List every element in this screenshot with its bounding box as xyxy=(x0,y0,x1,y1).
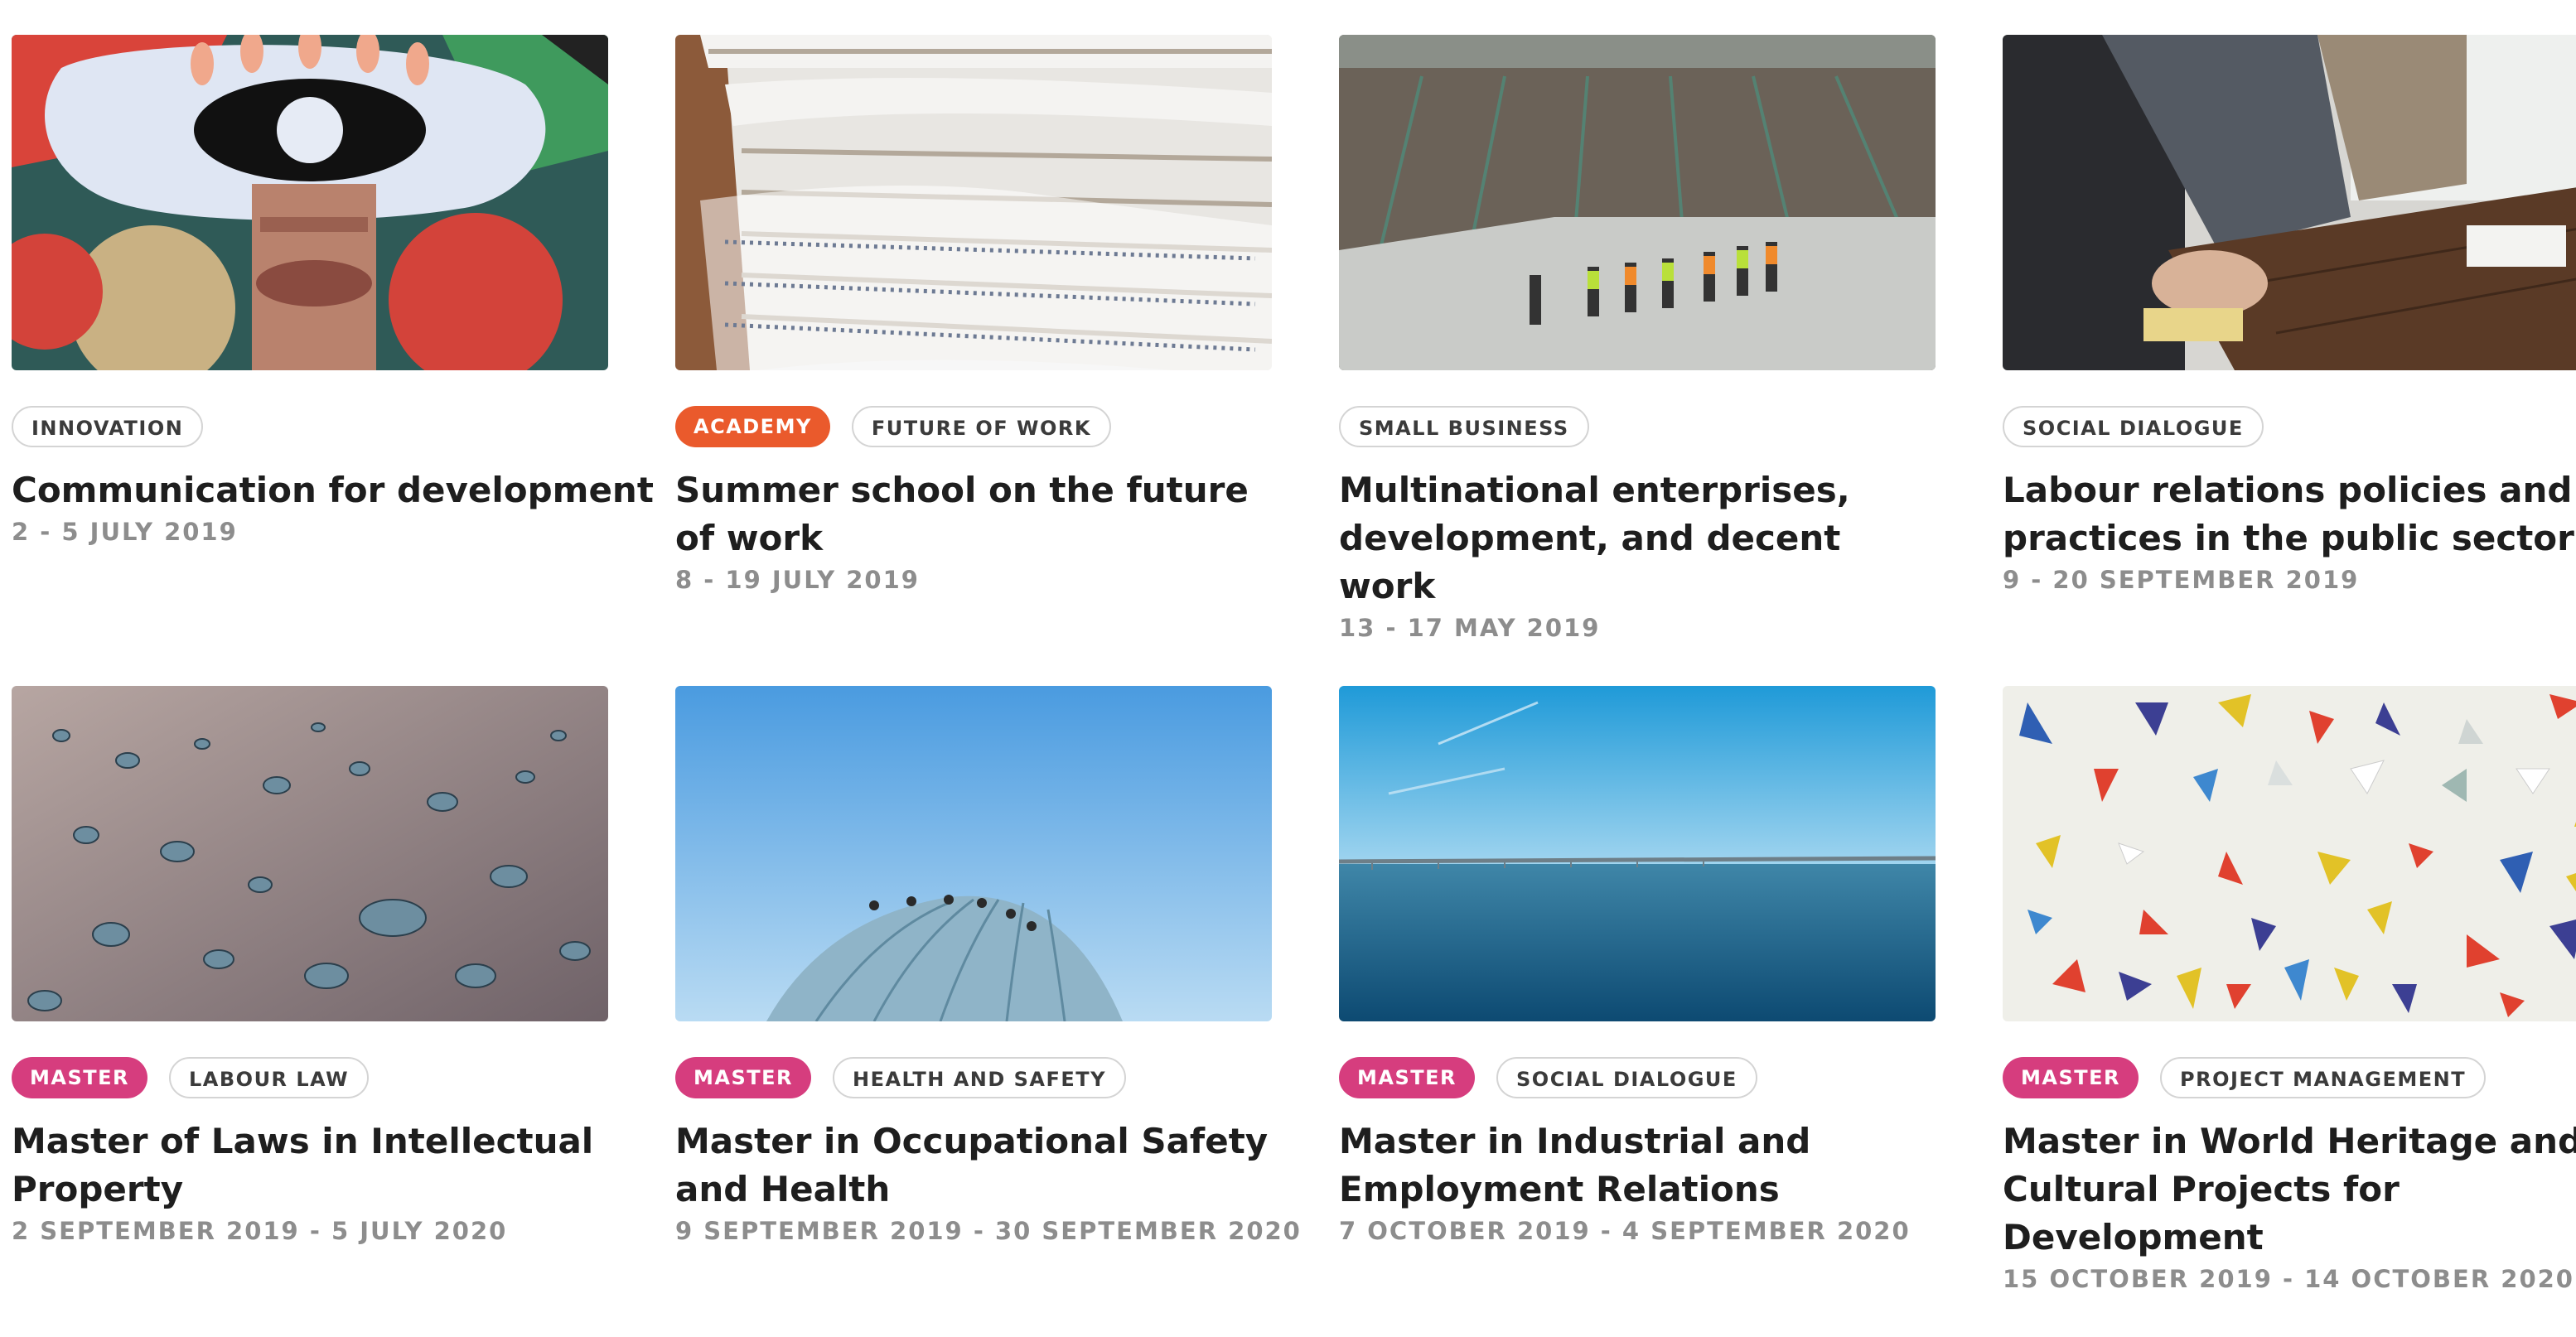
tag-list: ACADEMY FUTURE OF WORK xyxy=(675,405,1272,448)
course-card[interactable]: INNOVATION Communication for development… xyxy=(12,35,654,686)
tag-list: MASTER PROJECT MANAGEMENT xyxy=(2003,1056,2576,1099)
tag-master[interactable]: MASTER xyxy=(1339,1057,1475,1098)
course-date: 7 OCTOBER 2019 - 4 SEPTEMBER 2020 xyxy=(1339,1217,1911,1245)
course-date: 9 SEPTEMBER 2019 - 30 SEPTEMBER 2020 xyxy=(675,1217,1302,1245)
course-title[interactable]: Master in Industrial and Employment Rela… xyxy=(1339,1117,1936,1214)
course-title[interactable]: Labour relations policies and practices … xyxy=(2003,466,2576,562)
dome-climbers-image[interactable] xyxy=(675,686,1272,1021)
tag-master[interactable]: MASTER xyxy=(2003,1057,2139,1098)
course-title[interactable]: Multinational enterprises, development, … xyxy=(1339,466,1936,611)
collage-eye-face-image[interactable] xyxy=(12,35,608,370)
course-date: 15 OCTOBER 2019 - 14 OCTOBER 2020 xyxy=(2003,1265,2574,1293)
course-date: 8 - 19 JULY 2019 xyxy=(675,566,920,594)
course-card[interactable]: MASTER LABOUR LAW Master of Laws in Inte… xyxy=(12,686,608,1337)
tag-list: MASTER HEALTH AND SAFETY xyxy=(675,1056,1272,1099)
tag-health-and-safety[interactable]: HEALTH AND SAFETY xyxy=(833,1057,1127,1098)
course-grid: INNOVATION Communication for development… xyxy=(12,35,2576,1337)
course-title[interactable]: Master in World Heritage and Cultural Pr… xyxy=(2003,1117,2576,1262)
tag-master[interactable]: MASTER xyxy=(675,1057,811,1098)
tag-social-dialogue[interactable]: SOCIAL DIALOGUE xyxy=(1496,1057,1757,1098)
tag-list: INNOVATION xyxy=(12,405,608,448)
library-shelves-image[interactable] xyxy=(675,35,1272,370)
course-date: 2 - 5 JULY 2019 xyxy=(12,518,238,546)
tag-innovation[interactable]: INNOVATION xyxy=(12,406,204,447)
tag-academy[interactable]: ACADEMY xyxy=(675,406,830,447)
tag-project-management[interactable]: PROJECT MANAGEMENT xyxy=(2160,1057,2487,1098)
meeting-table-image[interactable] xyxy=(2003,35,2576,370)
course-card[interactable]: MASTER HEALTH AND SAFETY Master in Occup… xyxy=(675,686,1302,1337)
course-card[interactable]: MASTER PROJECT MANAGEMENT Master in Worl… xyxy=(2003,686,2576,1337)
course-card[interactable]: MASTER SOCIAL DIALOGUE Master in Industr… xyxy=(1339,686,1936,1337)
water-droplets-image[interactable] xyxy=(12,686,608,1021)
sea-bridge-image[interactable] xyxy=(1339,686,1936,1021)
course-card[interactable]: ACADEMY FUTURE OF WORK Summer school on … xyxy=(675,35,1272,686)
paper-triangles-image[interactable] xyxy=(2003,686,2576,1021)
tag-small-business[interactable]: SMALL BUSINESS xyxy=(1339,406,1589,447)
tag-list: SMALL BUSINESS xyxy=(1339,405,1936,448)
tag-list: MASTER SOCIAL DIALOGUE xyxy=(1339,1056,1936,1099)
tag-social-dialogue[interactable]: SOCIAL DIALOGUE xyxy=(2003,406,2264,447)
course-title[interactable]: Summer school on the future of work xyxy=(675,466,1272,562)
course-date: 9 - 20 SEPTEMBER 2019 xyxy=(2003,566,2360,594)
course-title[interactable]: Master in Occupational Safety and Health xyxy=(675,1117,1272,1214)
tag-list: MASTER LABOUR LAW xyxy=(12,1056,608,1099)
course-date: 2 SEPTEMBER 2019 - 5 JULY 2020 xyxy=(12,1217,508,1245)
tag-future-of-work[interactable]: FUTURE OF WORK xyxy=(851,406,1111,447)
construction-site-image[interactable] xyxy=(1339,35,1936,370)
course-date: 13 - 17 MAY 2019 xyxy=(1339,614,1601,642)
course-card[interactable]: SOCIAL DIALOGUE Labour relations policie… xyxy=(2003,35,2576,686)
course-card[interactable]: SMALL BUSINESS Multinational enterprises… xyxy=(1339,35,1936,686)
tag-list: SOCIAL DIALOGUE xyxy=(2003,405,2576,448)
course-title[interactable]: Master of Laws in Intellectual Property xyxy=(12,1117,608,1214)
tag-master[interactable]: MASTER xyxy=(12,1057,147,1098)
tag-labour-law[interactable]: LABOUR LAW xyxy=(169,1057,370,1098)
course-title[interactable]: Communication for development xyxy=(12,466,654,514)
